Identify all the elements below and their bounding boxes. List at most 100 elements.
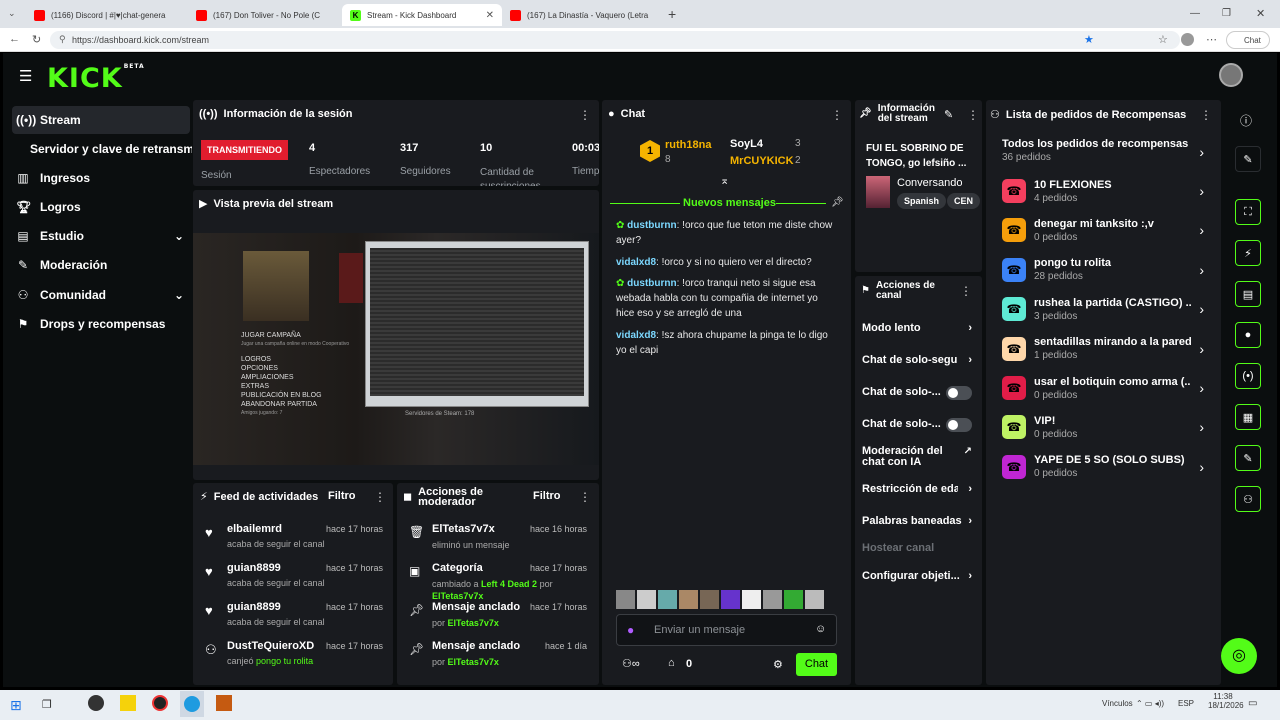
links-toolbar[interactable]: Vínculos	[1102, 699, 1133, 708]
chat-bubble-icon[interactable]: ●	[1235, 322, 1261, 348]
maximize-icon[interactable]: ❐	[1222, 8, 1231, 19]
mod-action-title[interactable]: Mensaje anclado	[432, 640, 520, 652]
toggle-switch[interactable]	[946, 418, 972, 432]
notifications-icon[interactable]: ▭	[1248, 698, 1257, 709]
activity-user[interactable]: elbailemrd	[227, 523, 282, 535]
edge-active-icon[interactable]	[180, 691, 204, 717]
emoji-icon[interactable]: ☺	[815, 623, 826, 635]
broadcast-icon[interactable]: (•)	[1235, 363, 1261, 389]
kick-logo[interactable]: KICKBETA	[47, 63, 145, 94]
tag-pill[interactable]: CEN	[947, 193, 981, 209]
mod-action-title[interactable]: Mensaje anclado	[432, 601, 520, 613]
emote-icon[interactable]	[700, 590, 719, 609]
edit-pencil-icon[interactable]: ✎	[944, 108, 953, 121]
wrench-icon[interactable]: ✎	[1235, 445, 1261, 471]
layout-icon[interactable]: ▦	[1235, 404, 1261, 430]
slow-mode-action[interactable]: Modo lento ›	[862, 322, 972, 334]
language-indicator[interactable]: ESP	[1178, 699, 1194, 708]
help-chat-icon[interactable]: ◎	[1221, 638, 1257, 674]
browser-tab-discord[interactable]: (1166) Discord | #|♥|chat-genera	[26, 4, 186, 26]
subs-only-chat-toggle[interactable]: Chat de solo-...	[862, 386, 972, 400]
new-tab-icon[interactable]: +	[668, 6, 676, 22]
fullscreen-icon[interactable]: ⛶	[1235, 199, 1261, 225]
user-avatar[interactable]	[1219, 63, 1243, 87]
emote-only-chat-toggle[interactable]: Chat de solo-...	[862, 418, 972, 432]
document-icon[interactable]: ▤	[1235, 281, 1261, 307]
game-icon[interactable]	[216, 695, 232, 711]
sidebar-item-drops[interactable]: ⚑ Drops y recompensas	[12, 310, 190, 338]
category-thumbnail[interactable]	[866, 176, 890, 208]
reward-item[interactable]: ☎ rushea la partida (CASTIGO) ... 3 pedido…	[1002, 292, 1204, 326]
windows-start-icon[interactable]: ⊞	[10, 697, 22, 714]
toggle-switch[interactable]	[946, 386, 972, 400]
reward-item[interactable]: ☎ pongo tu rolita 28 pedidos ›	[1002, 253, 1204, 287]
leader-name[interactable]: ruth18na	[665, 139, 711, 151]
rewards-icon[interactable]: ⚇	[1235, 486, 1261, 512]
browser-menu-icon[interactable]: ⋯	[1206, 33, 1217, 46]
collapse-leaderboard-icon[interactable]: ⌅	[720, 174, 729, 187]
sidebar-item-estudio[interactable]: ▤ Estudio ⌄	[12, 222, 190, 250]
close-tab-icon[interactable]: ✕	[486, 10, 494, 21]
points-icon[interactable]: ⚇∞	[622, 657, 640, 670]
more-options-icon[interactable]: ⋮	[579, 108, 591, 122]
reload-icon[interactable]: ↻	[32, 33, 41, 46]
mod-filter-button[interactable]: Filtro	[533, 490, 561, 502]
leader-3-name[interactable]: MrCUYKICK	[730, 155, 794, 167]
close-window-icon[interactable]: ✕	[1256, 7, 1265, 20]
followers-only-chat-action[interactable]: Chat de solo-seguid ›	[862, 354, 972, 366]
mod-action-title[interactable]: ElTetas7v7x	[432, 523, 495, 535]
browser-tab-youtube-1[interactable]: (167) Don Toliver - No Pole (C	[188, 4, 342, 26]
tag-pill[interactable]: Spanish	[897, 193, 947, 209]
tray-icons[interactable]: ⌃ ▭ ◂))	[1136, 699, 1164, 708]
emote-icon[interactable]	[805, 590, 824, 609]
back-icon[interactable]: ←	[9, 33, 20, 45]
chat-input[interactable]: ● Enviar un mensaje ☺	[616, 614, 837, 646]
microphone-icon[interactable]: ●	[627, 623, 634, 637]
ai-moderation-action[interactable]: Moderación del chat con IA ↗	[862, 446, 972, 468]
configure-goals-action[interactable]: Configurar objeti... ›	[862, 570, 972, 582]
task-view-icon[interactable]: ❐	[42, 698, 52, 711]
reward-item[interactable]: ☎ usar el botiquin como arma (... 0 pedido…	[1002, 371, 1204, 405]
sidebar-item-ingresos[interactable]: ▥ Ingresos	[12, 164, 190, 192]
more-options-icon[interactable]: ⋮	[374, 490, 386, 504]
store-icon[interactable]: ⌂	[668, 657, 675, 669]
settings-gear-icon[interactable]: ⚙	[773, 658, 783, 671]
more-options-icon[interactable]: ⋮	[579, 490, 591, 504]
sticky-notes-icon[interactable]	[120, 695, 136, 711]
emote-icon[interactable]	[679, 590, 698, 609]
mod-action-title[interactable]: Categoría	[432, 562, 483, 574]
emote-icon[interactable]	[784, 590, 803, 609]
copilot-chat-button[interactable]: Chat	[1226, 31, 1270, 49]
activity-user[interactable]: DustTeQuieroXD	[227, 640, 314, 652]
sidebar-item-stream[interactable]: ((•)) Stream	[12, 106, 190, 134]
category-name[interactable]: Conversando	[897, 177, 962, 189]
sidebar-item-server-key[interactable]: Servidor y clave de retransm	[12, 135, 192, 163]
app-icon[interactable]	[152, 695, 168, 711]
favorites-icon[interactable]: ☆	[1158, 33, 1168, 46]
site-info-icon[interactable]: ⚲	[59, 34, 66, 45]
more-options-icon[interactable]: ⋮	[831, 108, 843, 122]
favorite-star-icon[interactable]: ★	[1084, 33, 1094, 46]
emote-icon[interactable]	[742, 590, 761, 609]
reward-item[interactable]: ☎ 10 FLEXIONES 4 pedidos ›	[1002, 174, 1204, 208]
stream-video-frame[interactable]: JUGAR CAMPAÑA Jugar una campaña online e…	[193, 233, 599, 465]
bolt-icon[interactable]: ⚡︎	[1235, 240, 1261, 266]
address-bar[interactable]: https://dashboard.kick.com/stream	[50, 31, 1180, 49]
all-rewards-row[interactable]: Todos los pedidos de recompensas 36 pedi…	[1002, 138, 1204, 168]
age-restriction-action[interactable]: Restricción de edad ›	[862, 483, 972, 495]
more-options-icon[interactable]: ⋮	[960, 284, 972, 298]
more-options-icon[interactable]: ⋮	[967, 108, 979, 122]
info-icon[interactable]: ⓘ	[1240, 112, 1252, 129]
send-chat-button[interactable]: Chat	[796, 653, 837, 676]
app-icon[interactable]	[88, 695, 104, 711]
leader-2-name[interactable]: SoyL4	[730, 138, 763, 150]
pin-icon[interactable]: 📌︎	[831, 197, 844, 208]
emote-icon[interactable]	[616, 590, 635, 609]
browser-tab-kick-active[interactable]: K Stream - Kick Dashboard ✕	[342, 4, 502, 26]
reward-item[interactable]: ☎ YAPE DE 5 SO (SOLO SUBS) 0 pedidos ›	[1002, 450, 1204, 484]
reward-item[interactable]: ☎ denegar mi tanksito :,v 0 pedidos ›	[1002, 213, 1204, 247]
emote-icon[interactable]	[763, 590, 782, 609]
activity-user[interactable]: guian8899	[227, 601, 281, 613]
edit-layout-icon[interactable]: ✎	[1235, 146, 1261, 172]
hamburger-menu-icon[interactable]: ☰	[19, 67, 32, 85]
